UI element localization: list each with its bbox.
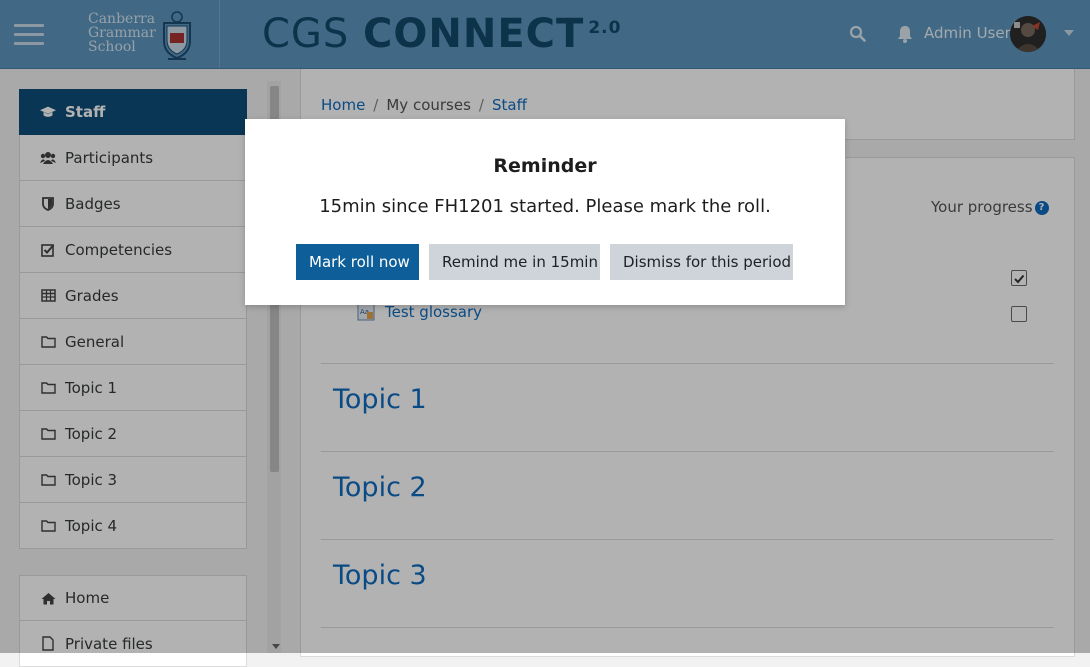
remind-later-button[interactable]: Remind me in 15min	[429, 244, 600, 280]
dialog-message: 15min since FH1201 started. Please mark …	[319, 196, 771, 217]
reminder-dialog: Reminder 15min since FH1201 started. Ple…	[245, 119, 845, 305]
dialog-title: Reminder	[493, 155, 597, 177]
dismiss-button[interactable]: Dismiss for this period	[610, 244, 793, 280]
mark-roll-button[interactable]: Mark roll now	[296, 244, 419, 280]
modal-backdrop[interactable]	[0, 0, 1090, 653]
